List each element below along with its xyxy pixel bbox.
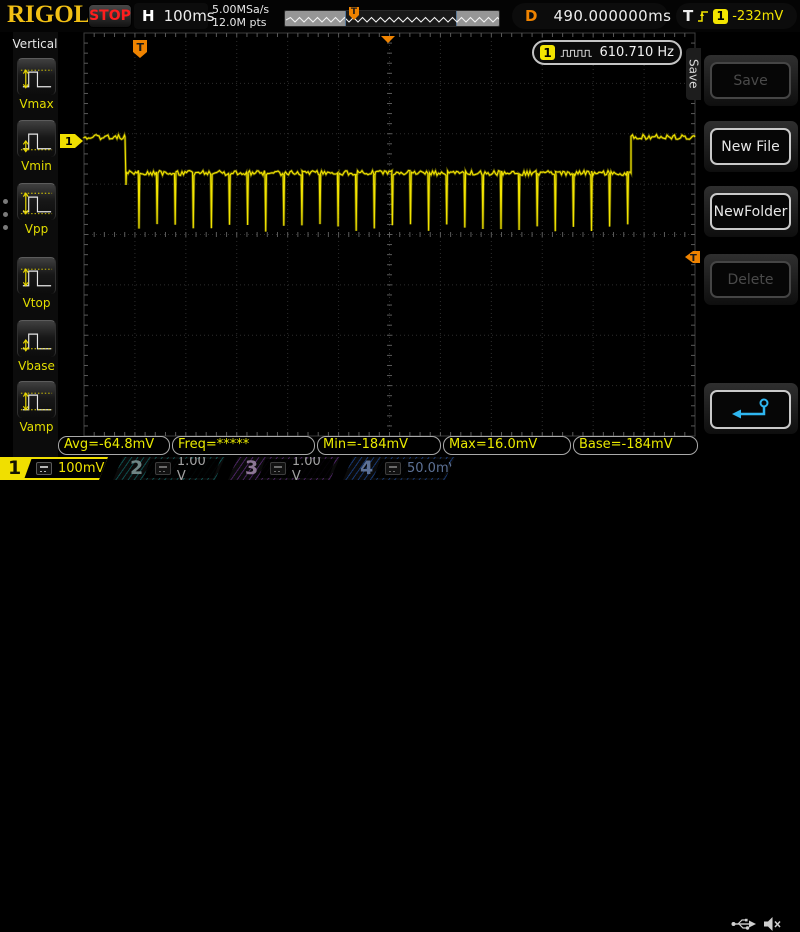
dc-coupling-icon [36,462,52,475]
channel-number: 4 [360,457,373,480]
channel-scale-value: 1.00 V [292,454,332,484]
svg-text:T: T [137,41,145,54]
counter-value: 610.710 Hz [600,45,675,60]
memory-position-bar[interactable]: T [284,10,500,27]
sidebar-item-vbase[interactable]: Vbase [16,320,57,373]
measure-sidebar: Vertical Vmax Vmin Vpp Vtop Vbase Vamp [0,32,58,457]
sample-rate: 5.00MSa/s [212,3,269,16]
channel-1-offset-marker[interactable]: 1 [60,134,83,148]
trigger-readout: T 1 -232mV [676,3,797,29]
menu-tab-save: Save [686,48,701,100]
trigger-source-badge: 1 [713,9,728,24]
usb-icon [730,916,757,932]
sidebar-item-label: Vamp [16,420,57,434]
channel-scale-box: 100mV [25,459,108,478]
measure-category-title: Vertical [12,37,58,51]
delay-label: D [525,7,537,25]
page-dot [3,212,8,217]
graticule-ticks [84,33,695,436]
measurement-avg: Avg=-64.8mV [58,436,170,455]
delete-button[interactable]: Delete [710,261,791,298]
measurement-min: Min=-184mV [317,436,441,455]
oscilloscope-screen: RIGOL STOP H 100ms 5.00MSa/s 12.0M pts T… [0,0,800,480]
channel-3-chip[interactable]: 3 1.00 V [228,457,340,480]
horizontal-center-marker [381,36,395,43]
channel-2-chip[interactable]: 2 1.00 V [113,457,225,480]
run-state-indicator[interactable]: STOP [88,4,132,28]
status-icons [730,916,781,932]
channel-4-chip[interactable]: 4 50.0mV [343,457,455,480]
measurement-max: Max=16.0mV [443,436,571,455]
sidebar-item-vpp[interactable]: Vpp [16,183,57,236]
acquisition-readout: 5.00MSa/s 12.0M pts [212,3,269,29]
measurement-base: Base=-184mV [573,436,698,455]
new-file-button[interactable]: New File [710,128,791,165]
vmin-icon [17,120,56,157]
dc-coupling-icon [270,462,286,475]
channel-number: 3 [245,457,258,480]
sidebar-item-label: Vtop [16,296,57,310]
vamp-icon [17,381,56,418]
memory-depth: 12.0M pts [212,16,267,29]
channel-scale-value: 1.00 V [177,454,217,484]
sidebar-item-label: Vmax [16,97,57,111]
timebase-value: 100ms [164,7,215,25]
vbase-icon [17,320,56,357]
trigger-position-marker[interactable]: T [133,40,147,58]
horizontal-label: H [142,7,155,25]
svg-text:1: 1 [65,135,73,148]
channel-number: 2 [130,457,143,480]
dc-coupling-icon [385,462,401,475]
rigol-logo: RIGOL [7,1,90,29]
speaker-muted-icon [763,916,781,932]
waveform-plot: 1 T T [58,32,700,457]
delay-readout: D 490.000000ms [512,3,668,29]
trigger-level-marker[interactable]: T [685,251,700,264]
delay-value: 490.000000ms [553,7,671,25]
channel-status-bar: 1 100mV 2 1.00 V 3 1.00 V 4 50.0mV [0,457,800,480]
sidebar-item-label: Vpp [16,222,57,236]
save-button[interactable]: Save [710,62,791,99]
vpp-icon [17,183,56,220]
counter-source-badge: 1 [540,45,555,60]
trigger-level-value: -232mV [732,9,783,24]
channel-scale-value: 50.0mV [407,461,458,476]
page-dot [3,225,8,230]
page-dot [3,199,8,204]
channel-1-chip[interactable]: 1 100mV [0,457,108,480]
sidebar-item-label: Vmin [16,159,57,173]
dc-coupling-icon [155,462,171,475]
top-status-bar: RIGOL STOP H 100ms 5.00MSa/s 12.0M pts T… [0,0,800,32]
square-wave-icon [560,46,595,60]
vmax-icon [17,58,56,95]
channel-scale-value: 100mV [58,461,104,476]
sidebar-item-label: Vbase [16,359,57,373]
channel-number: 1 [8,457,21,480]
vtop-icon [17,257,56,294]
sidebar-item-vmax[interactable]: Vmax [16,58,57,111]
frequency-counter-badge: 1 610.710 Hz [532,40,682,65]
waveform-display-area: 1TT 1 610.710 Hz Avg=-64.8mV Freq=***** … [58,32,700,457]
back-button[interactable] [710,390,791,429]
sidebar-item-vtop[interactable]: Vtop [16,257,57,310]
channel-scale-box: 1.00 V [144,459,221,478]
channel-scale-box: 1.00 V [259,459,336,478]
channel-scale-box: 50.0mV [374,459,451,478]
sidebar-item-vmin[interactable]: Vmin [16,120,57,173]
memory-waveform-preview-window [346,11,458,26]
new-folder-button[interactable]: NewFolder [710,193,791,230]
horizontal-timebase-readout: H 100ms [134,3,208,29]
save-menu-panel: Save Save New File NewFolder Delete [700,32,800,457]
rising-edge-icon [697,8,709,24]
sidebar-item-vamp[interactable]: Vamp [16,381,57,434]
measurement-freq: Freq=***** [172,436,315,455]
return-arrow-icon [729,397,773,423]
svg-text:T: T [690,253,697,264]
trigger-label: T [683,7,693,25]
